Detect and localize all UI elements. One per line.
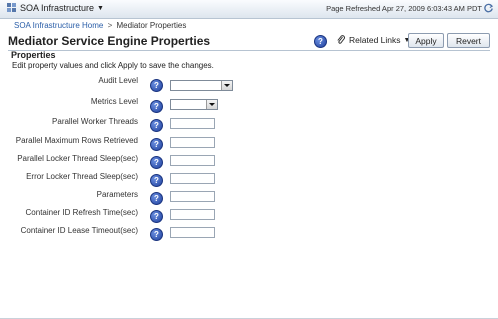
section-divider bbox=[8, 50, 490, 51]
parallel-locker-thread-sleep-label: Parallel Locker Thread Sleep(sec) bbox=[17, 154, 138, 163]
apply-button[interactable]: Apply bbox=[408, 33, 444, 48]
app-menu-label: SOA Infrastructure bbox=[20, 3, 95, 13]
help-icon[interactable]: ? bbox=[150, 100, 163, 113]
dropdown-arrow-icon bbox=[206, 100, 217, 109]
help-icon[interactable]: ? bbox=[150, 192, 163, 205]
parameters-input[interactable] bbox=[170, 191, 215, 202]
parallel-locker-thread-sleep-input[interactable] bbox=[170, 155, 215, 166]
container-id-refresh-time-input[interactable] bbox=[170, 209, 215, 220]
page-refreshed-text: Page Refreshed Apr 27, 2009 6:03:43 AM P… bbox=[326, 4, 482, 13]
dropdown-arrow-icon bbox=[221, 81, 232, 90]
parallel-worker-threads-label: Parallel Worker Threads bbox=[52, 117, 138, 126]
audit-level-select[interactable] bbox=[170, 80, 233, 91]
related-links-menu[interactable]: Related Links ▼ bbox=[336, 35, 410, 45]
breadcrumb-home-link[interactable]: SOA Infrastructure Home bbox=[14, 21, 103, 30]
related-links-label: Related Links bbox=[349, 35, 401, 45]
metrics-level-select[interactable] bbox=[170, 99, 218, 110]
parallel-maximum-rows-retrieved-label: Parallel Maximum Rows Retrieved bbox=[15, 136, 138, 145]
breadcrumb-separator: > bbox=[107, 21, 113, 30]
refresh-icon[interactable] bbox=[483, 3, 494, 14]
container-id-lease-timeout-input[interactable] bbox=[170, 227, 215, 238]
revert-button[interactable]: Revert bbox=[447, 33, 490, 48]
soa-infrastructure-menu[interactable]: SOA Infrastructure ▼ bbox=[7, 3, 104, 13]
help-icon[interactable]: ? bbox=[150, 174, 163, 187]
help-icon[interactable]: ? bbox=[314, 35, 327, 48]
error-locker-thread-sleep-input[interactable] bbox=[170, 173, 215, 184]
parallel-worker-threads-input[interactable] bbox=[170, 118, 215, 129]
parameters-label: Parameters bbox=[96, 190, 138, 199]
help-icon[interactable]: ? bbox=[150, 210, 163, 223]
section-title: Properties bbox=[11, 50, 56, 60]
container-id-lease-timeout-label: Container ID Lease Timeout(sec) bbox=[20, 226, 138, 235]
help-icon[interactable]: ? bbox=[150, 228, 163, 241]
help-icon[interactable]: ? bbox=[150, 119, 163, 132]
breadcrumb-current: Mediator Properties bbox=[116, 21, 187, 30]
container-id-refresh-time-label: Container ID Refresh Time(sec) bbox=[25, 208, 138, 217]
breadcrumb: SOA Infrastructure Home > Mediator Prope… bbox=[14, 21, 186, 30]
audit-level-label: Audit Level bbox=[98, 76, 138, 85]
chevron-down-icon: ▼ bbox=[97, 4, 104, 12]
soa-app-icon bbox=[7, 3, 16, 12]
top-bar: SOA Infrastructure ▼ Page Refreshed Apr … bbox=[0, 0, 498, 19]
page-title: Mediator Service Engine Properties bbox=[8, 34, 211, 48]
instructions-text: Edit property values and click Apply to … bbox=[12, 61, 214, 70]
metrics-level-label: Metrics Level bbox=[90, 97, 138, 106]
help-icon[interactable]: ? bbox=[150, 79, 163, 92]
parallel-maximum-rows-retrieved-input[interactable] bbox=[170, 137, 215, 148]
help-icon[interactable]: ? bbox=[150, 156, 163, 169]
error-locker-thread-sleep-label: Error Locker Thread Sleep(sec) bbox=[26, 172, 138, 181]
help-icon[interactable]: ? bbox=[150, 138, 163, 151]
paperclip-icon bbox=[337, 35, 345, 44]
